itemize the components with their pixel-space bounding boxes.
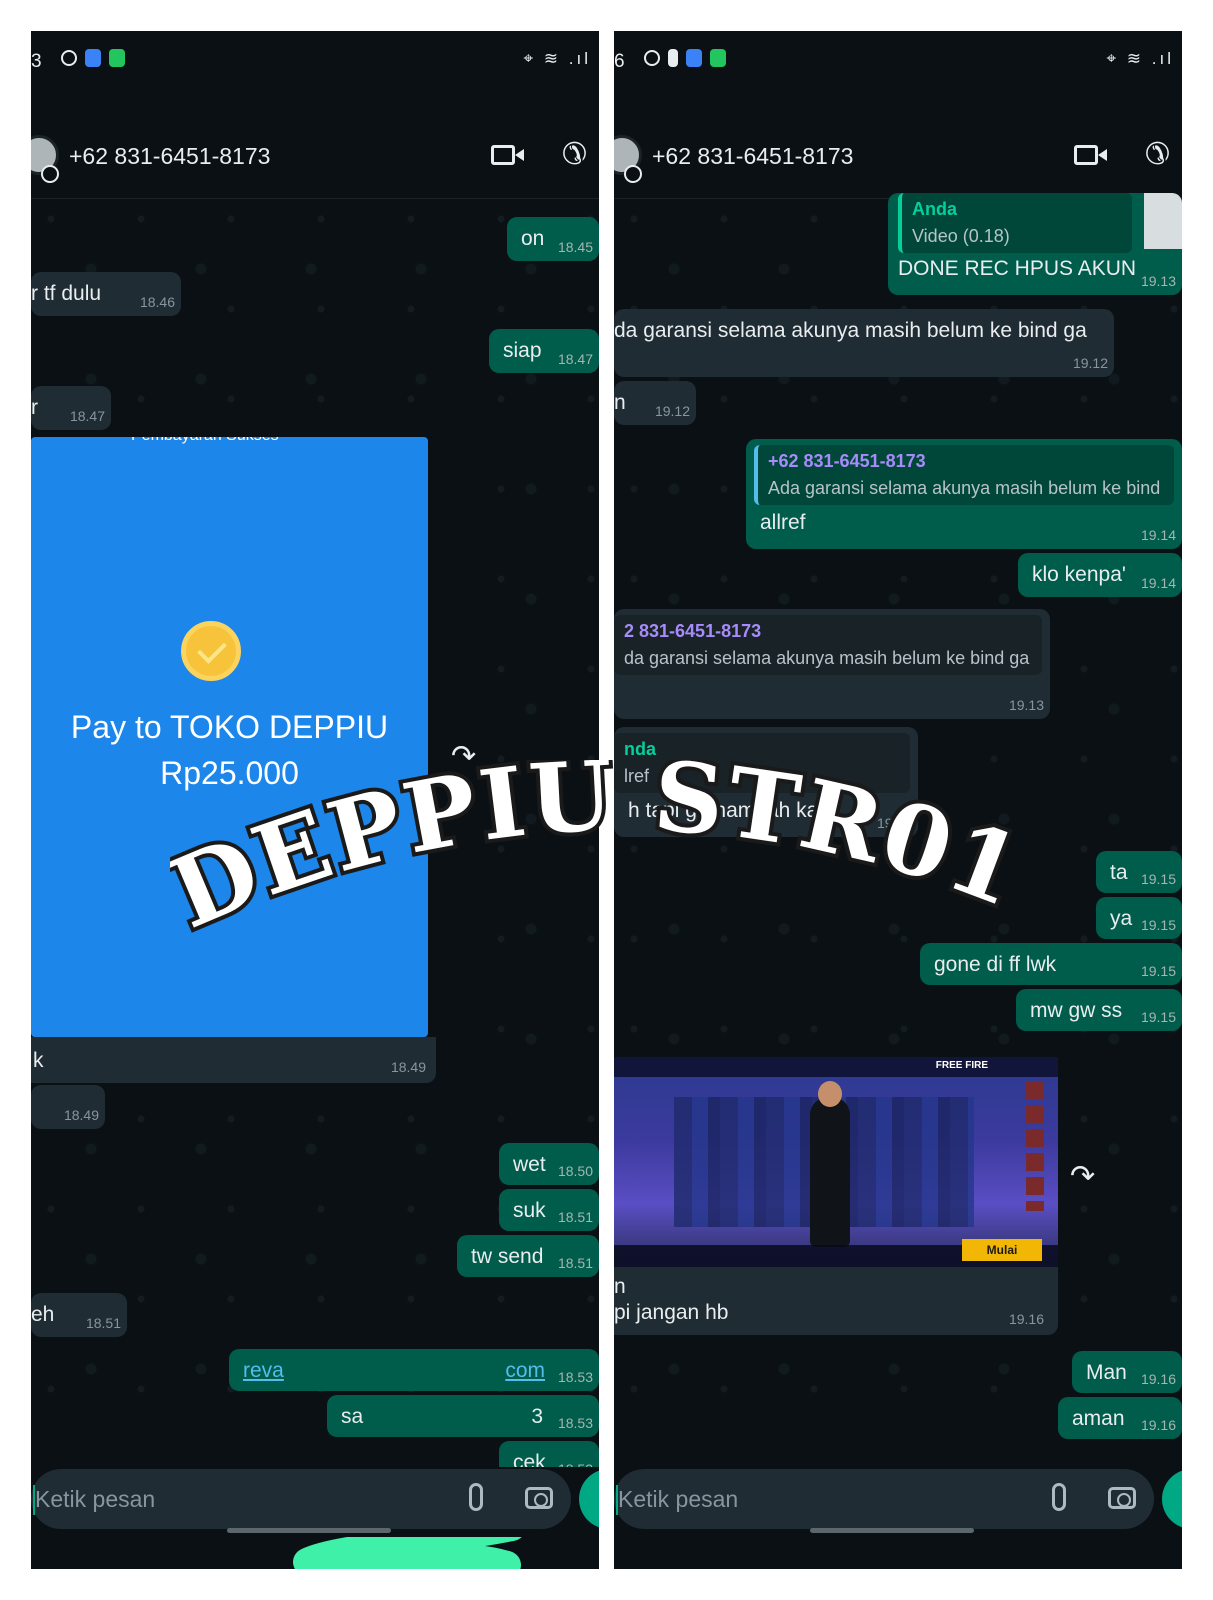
notification-icons bbox=[644, 49, 726, 67]
quoted-message[interactable]: 2 831-6451-8173 da garansi selama akunya… bbox=[614, 615, 1042, 675]
message-bubble[interactable]: +62 831-6451-8173 Ada garansi selama aku… bbox=[746, 439, 1182, 549]
message-bubble[interactable]: n 19.12 bbox=[614, 381, 696, 425]
game-side-menu bbox=[1026, 1081, 1044, 1211]
app-notification-icon bbox=[686, 49, 702, 67]
forward-icon[interactable]: ↷ bbox=[451, 739, 476, 774]
message-input-bar bbox=[31, 1467, 599, 1537]
camera-icon[interactable] bbox=[525, 1487, 553, 1509]
voice-call-button[interactable]: ✆ bbox=[1134, 138, 1170, 171]
message-bubble[interactable]: mw gw ss 19.15 bbox=[1016, 989, 1182, 1031]
status-ring-icon bbox=[41, 165, 59, 183]
gesture-nav-handle[interactable] bbox=[810, 1528, 974, 1533]
contact-name[interactable]: +62 831-6451-8173 bbox=[652, 143, 853, 170]
flag-icon bbox=[668, 49, 678, 67]
payment-title: Pay to TOKO DEPPIU bbox=[70, 709, 389, 745]
game-start-button: Mulai bbox=[962, 1239, 1042, 1261]
mic-button[interactable] bbox=[1162, 1469, 1182, 1529]
attach-icon[interactable] bbox=[1052, 1483, 1066, 1511]
message-bubble[interactable]: r 18.47 bbox=[31, 386, 111, 430]
message-bubble[interactable]: on 18.45 bbox=[507, 217, 599, 261]
signal-wifi-icons: ⌖ ≋ .ıl bbox=[523, 49, 591, 68]
game-caption: n pi jangan hb 19.16 bbox=[614, 1267, 1058, 1335]
message-bubble[interactable]: nda lref h tapi ga nambah kan 19.14 bbox=[614, 727, 918, 837]
signal-wifi-icons: ⌖ ≋ .ıl bbox=[1106, 49, 1174, 68]
payment-receipt-image[interactable]: Pembayaran Sukses Pay to TOKO DEPPIU Rp2… bbox=[31, 437, 428, 1037]
message-bubble[interactable]: ta 19.15 bbox=[1096, 851, 1182, 893]
payment-amount: Rp25.000 bbox=[160, 755, 299, 791]
forward-icon[interactable]: ↷ bbox=[1070, 1159, 1095, 1194]
message-notification-icon bbox=[109, 49, 125, 67]
app-notification-icon bbox=[85, 49, 101, 67]
message-bubble[interactable]: 18.49 bbox=[31, 1085, 105, 1129]
message-bubble[interactable]: Anda Video (0.18) DONE REC HPUS AKUN 19.… bbox=[888, 193, 1182, 295]
video-camera-icon bbox=[1074, 145, 1098, 165]
attach-icon[interactable] bbox=[469, 1483, 483, 1511]
right-chat-screenshot: 6 ⌖ ≋ .ıl +62 831-6451-8173 ✆ Anda Video… bbox=[614, 31, 1182, 1569]
mic-button[interactable] bbox=[579, 1469, 599, 1529]
payment-status-label: Pembayaran Sukses bbox=[131, 437, 279, 445]
message-input-bar bbox=[614, 1467, 1182, 1537]
notification-icons bbox=[61, 49, 125, 67]
success-coin-icon bbox=[181, 621, 241, 681]
contact-name[interactable]: +62 831-6451-8173 bbox=[69, 143, 270, 170]
status-time: 6 bbox=[614, 51, 625, 72]
message-bubble[interactable]: klo kenpa' 19.14 bbox=[1018, 553, 1182, 597]
video-camera-icon bbox=[491, 145, 515, 165]
message-input-pill bbox=[614, 1469, 1154, 1529]
status-time: 3 bbox=[31, 51, 42, 72]
video-thumbnail[interactable] bbox=[1144, 193, 1182, 249]
message-bubble[interactable]: 2 831-6451-8173 da garansi selama akunya… bbox=[614, 609, 1050, 719]
quoted-message[interactable]: +62 831-6451-8173 Ada garansi selama aku… bbox=[754, 445, 1174, 505]
game-character bbox=[810, 1097, 850, 1247]
message-bubble[interactable]: suk 18.51 bbox=[499, 1189, 599, 1231]
left-chat-screenshot: 3 ⌖ ≋ .ıl +62 831-6451-8173 ✆ on 18.45 r… bbox=[31, 31, 599, 1569]
message-bubble[interactable]: gone di ff lwk 19.15 bbox=[920, 943, 1182, 985]
message-bubble[interactable]: siap 18.47 bbox=[489, 329, 599, 373]
video-call-button[interactable] bbox=[491, 139, 527, 171]
message-bubble[interactable]: sa 3 18.53 bbox=[327, 1395, 599, 1437]
chat-area[interactable]: on 18.45 r tf dulu 18.46 siap 18.47 r 18… bbox=[31, 199, 599, 1569]
game-character-head bbox=[818, 1081, 842, 1107]
chat-header: +62 831-6451-8173 ✆ bbox=[614, 91, 1182, 199]
message-input[interactable] bbox=[618, 1479, 998, 1519]
message-input[interactable] bbox=[35, 1479, 415, 1519]
camera-icon[interactable] bbox=[1108, 1487, 1136, 1509]
message-bubble[interactable]: r tf dulu 18.46 bbox=[31, 272, 181, 316]
quoted-video[interactable]: Anda Video (0.18) bbox=[898, 193, 1132, 253]
message-bubble[interactable]: tw send 18.51 bbox=[457, 1235, 599, 1277]
message-bubble[interactable]: wet 18.50 bbox=[499, 1143, 599, 1185]
chat-header: +62 831-6451-8173 ✆ bbox=[31, 91, 599, 199]
message-bubble[interactable]: reva com 18.53 bbox=[229, 1349, 599, 1391]
message-bubble[interactable]: Man 19.16 bbox=[1072, 1351, 1182, 1393]
video-label: Video (0.18) bbox=[912, 226, 1010, 246]
message-bubble[interactable]: aman 19.16 bbox=[1058, 1397, 1182, 1439]
message-bubble[interactable]: da garansi selama akunya masih belum ke … bbox=[614, 309, 1114, 377]
voice-call-button[interactable]: ✆ bbox=[551, 138, 587, 171]
gesture-nav-handle[interactable] bbox=[227, 1528, 391, 1533]
status-bar: 3 ⌖ ≋ .ıl bbox=[31, 31, 599, 91]
whatsapp-icon bbox=[644, 50, 660, 66]
status-ring-icon bbox=[624, 165, 642, 183]
chat-area[interactable]: Anda Video (0.18) DONE REC HPUS AKUN 19.… bbox=[614, 193, 1182, 1467]
game-brand-label: FREE FIRE bbox=[935, 1060, 988, 1071]
status-bar: 6 ⌖ ≋ .ıl bbox=[614, 31, 1182, 91]
whatsapp-icon bbox=[61, 50, 77, 66]
game-top-bar bbox=[614, 1057, 1058, 1077]
message-input-pill bbox=[31, 1469, 571, 1529]
video-call-button[interactable] bbox=[1074, 139, 1110, 171]
payment-caption: k 18.49 bbox=[31, 1037, 436, 1083]
message-bubble[interactable]: ya 19.15 bbox=[1096, 897, 1182, 939]
message-notification-icon bbox=[710, 49, 726, 67]
quoted-message[interactable]: nda lref bbox=[614, 733, 910, 793]
game-screenshot-image[interactable]: FREE FIRE Mulai bbox=[614, 1057, 1058, 1267]
message-bubble[interactable]: eh 18.51 bbox=[31, 1293, 127, 1337]
